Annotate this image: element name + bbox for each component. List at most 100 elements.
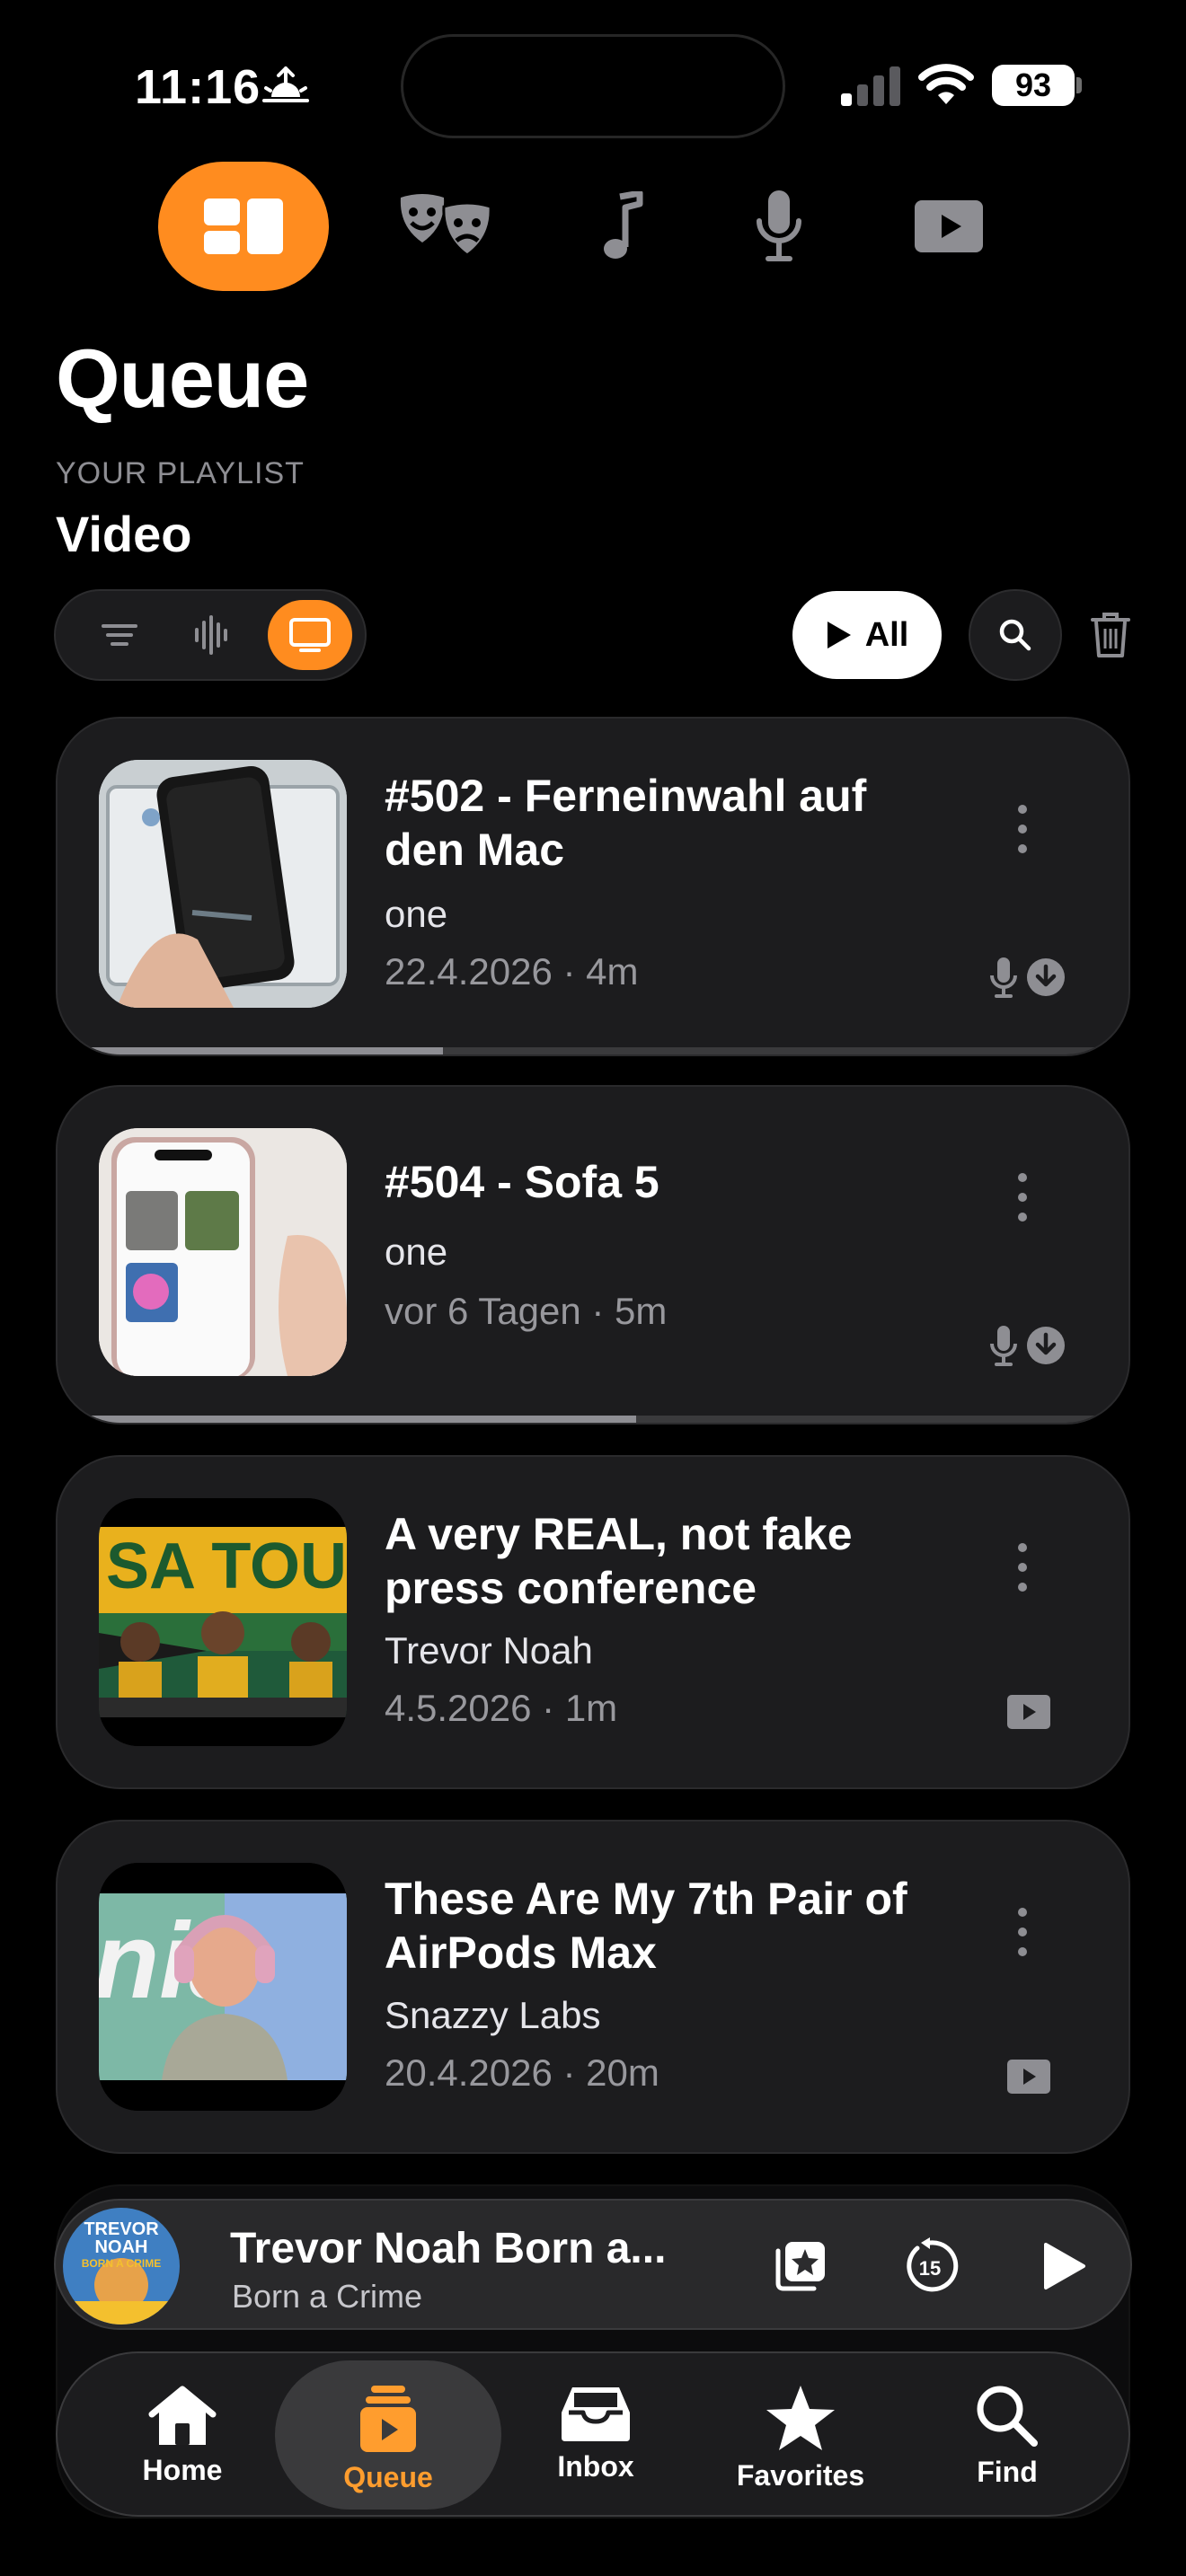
playback-progress-fill (58, 1416, 636, 1423)
episode-state-icons (988, 956, 1066, 999)
episode-title: A very REAL, not fake press conference (385, 1509, 853, 1613)
play-icon (827, 622, 851, 648)
artwork-text-line: TREVOR (84, 2219, 159, 2239)
tab-label: Home (142, 2454, 223, 2486)
episode-meta: vor 6 Tagen · 5m (385, 1290, 668, 1332)
library-tab-music[interactable] (582, 162, 663, 291)
episode-state-icons (988, 1324, 1066, 1367)
playback-progress-bar (58, 1416, 1128, 1423)
sunrise-icon (262, 66, 309, 102)
tab-label: Favorites (736, 2459, 865, 2492)
trash-icon (1091, 613, 1130, 657)
tab-queue[interactable]: Queue (275, 2360, 501, 2510)
downloaded-icon (1027, 1327, 1065, 1364)
episode-meta: 22.4.2026 · 4m (385, 950, 639, 992)
tab-bar: Home Queue Inbox Favorites Find (56, 2351, 1130, 2517)
search-button[interactable] (969, 589, 1062, 681)
episode-card[interactable]: nia These Are My 7th Pair of AirPods Max… (56, 1820, 1130, 2154)
wifi-icon (918, 64, 974, 104)
more-options-button[interactable] (1006, 1173, 1039, 1222)
skip-back-15-icon: 15 (907, 2237, 959, 2292)
page-title: Queue (56, 333, 309, 425)
filter-video-button[interactable] (268, 600, 352, 670)
theater-masks-icon (400, 194, 492, 257)
thumbnail-title-text: SA TOUR (106, 1531, 347, 1602)
episode-state-icons (1006, 2059, 1051, 2095)
tab-find[interactable]: Find (904, 2360, 1111, 2510)
episode-thumbnail (99, 760, 347, 1008)
episode-card[interactable]: #504 - Sofa 5 one vor 6 Tagen · 5m (56, 1085, 1130, 1425)
mini-player[interactable]: TREVOR NOAH BORN A CRIME Trevor Noah Bor… (54, 2199, 1132, 2330)
inbox-tray-icon (562, 2387, 630, 2441)
list-lines-icon (102, 624, 137, 646)
cellular-signal-icon (841, 66, 900, 106)
filter-audio-button[interactable] (169, 600, 253, 670)
phone-photo-image (99, 760, 347, 1008)
now-playing-artwork: TREVOR NOAH BORN A CRIME (63, 2208, 180, 2325)
widgets-icon (204, 198, 283, 254)
house-icon (148, 2386, 217, 2445)
now-playing-subtitle: Born a Crime (232, 2278, 423, 2315)
play-icon (1044, 2243, 1085, 2289)
skip-back-15-button[interactable]: 15 (890, 2226, 970, 2307)
episode-thumbnail (99, 1128, 347, 1376)
tab-inbox[interactable]: Inbox (492, 2360, 699, 2510)
queue-icon (360, 2386, 416, 2452)
play-all-button[interactable]: All (792, 591, 942, 679)
playback-progress-fill (58, 1047, 444, 1054)
downloaded-icon (1027, 958, 1065, 996)
tab-favorites[interactable]: Favorites (697, 2360, 904, 2510)
episode-thumbnail: SA TOUR (99, 1498, 347, 1746)
playback-progress-bar (58, 1047, 1128, 1054)
more-options-button[interactable] (1006, 1543, 1039, 1592)
library-tab-podcasts[interactable] (739, 162, 819, 291)
airpods-review-image: nia (99, 1863, 347, 2111)
play-button[interactable] (1024, 2226, 1105, 2307)
music-note-icon (604, 191, 643, 259)
status-bar: 11:16 93 (0, 0, 1186, 162)
tab-label: Find (977, 2456, 1038, 2488)
episode-thumbnail: nia (99, 1863, 347, 2111)
star-stack-icon (775, 2242, 825, 2291)
microphone-icon (757, 190, 801, 261)
library-tab-widgets[interactable] (158, 162, 329, 291)
episode-author: one (385, 893, 448, 935)
more-options-button[interactable] (1006, 805, 1039, 853)
video-icon (1007, 2060, 1050, 2094)
playlist-name[interactable]: Video (56, 505, 191, 563)
more-options-button[interactable] (1006, 1908, 1039, 1956)
press-conference-image: SA TOUR (99, 1498, 347, 1746)
battery-cap (1076, 77, 1082, 93)
microphone-icon (990, 957, 1017, 998)
search-icon (999, 619, 1031, 651)
waveform-icon (195, 615, 227, 655)
add-to-favorites-button[interactable] (760, 2226, 841, 2307)
episode-author: Trevor Noah (385, 1629, 593, 1672)
filter-all-button[interactable] (77, 600, 162, 670)
episode-meta: 4.5.2026 · 1m (385, 1687, 618, 1729)
episode-title: #502 - Ferneinwahl auf den Mac (385, 771, 867, 875)
tab-home[interactable]: Home (79, 2360, 286, 2510)
library-tab-video[interactable] (902, 162, 996, 291)
section-caption: YOUR PLAYLIST (56, 456, 305, 490)
episode-card[interactable]: #502 - Ferneinwahl auf den Mac one 22.4.… (56, 717, 1130, 1056)
status-time: 11:16 (135, 60, 261, 114)
microphone-icon (990, 1326, 1017, 1366)
episode-state-icons (1006, 1694, 1051, 1730)
library-tab-theater[interactable] (386, 162, 505, 291)
tab-label: Queue (343, 2461, 433, 2493)
clear-queue-button[interactable] (1084, 604, 1137, 666)
episode-title: #504 - Sofa 5 (385, 1157, 659, 1207)
tv-icon (289, 618, 331, 652)
dynamic-island (401, 34, 785, 138)
artwork-text-line: NOAH (95, 2237, 148, 2257)
magnifier-icon (977, 2386, 1038, 2447)
tab-label: Inbox (557, 2450, 634, 2483)
star-icon (766, 2386, 835, 2450)
episode-author: Snazzy Labs (385, 1994, 601, 2036)
episode-meta: 20.4.2026 · 20m (385, 2051, 659, 2094)
episode-author: one (385, 1231, 448, 1273)
video-icon (1007, 1695, 1050, 1729)
episode-title: These Are My 7th Pair of AirPods Max (385, 1874, 907, 1978)
episode-card[interactable]: SA TOUR A very REAL, not fake press conf… (56, 1455, 1130, 1789)
